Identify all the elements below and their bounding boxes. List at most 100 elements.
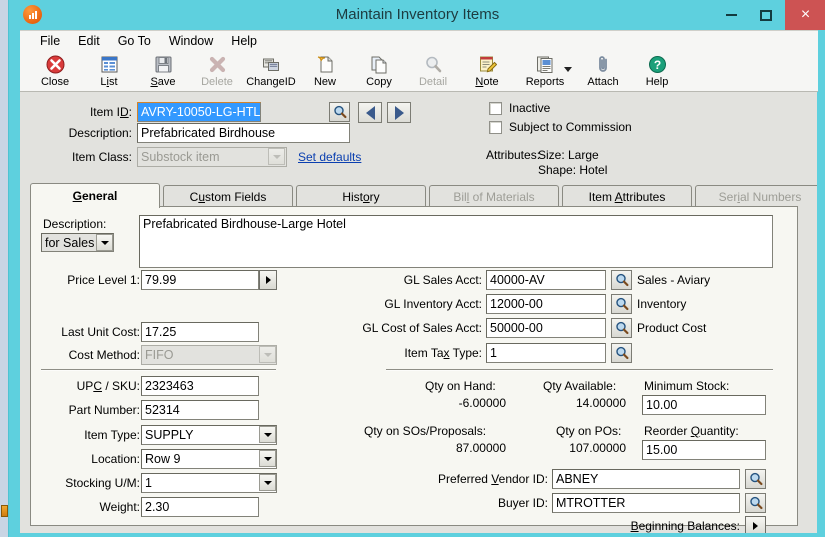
qty-on-pos-label: Qty on POs:	[556, 424, 621, 438]
item-tax-type-lookup-button[interactable]	[611, 343, 632, 363]
toolbar-button-note[interactable]: Note	[460, 53, 514, 91]
qty-available-value: 14.00000	[511, 396, 626, 410]
buyer-id-label: Buyer ID:	[411, 496, 548, 510]
list-grid-icon	[100, 54, 119, 75]
magnifier-lookup-icon	[749, 472, 763, 486]
buyer-id-lookup-button[interactable]	[745, 493, 766, 513]
stocking-um-dropdown-button[interactable]	[259, 474, 276, 491]
title-bar[interactable]: Maintain Inventory Items ×	[9, 0, 825, 30]
description-memo[interactable]: Prefabricated Birdhouse-Large Hotel	[139, 215, 773, 268]
toolbar-button-changeid[interactable]: ChangeID	[244, 53, 298, 91]
gl-inventory-acct-input[interactable]: 12000-00	[486, 294, 606, 314]
toolbar-label-attach: Attach	[587, 76, 618, 88]
chevron-down-icon	[264, 457, 272, 461]
preferred-vendor-id-input[interactable]: ABNEY	[552, 469, 740, 489]
part-number-input[interactable]: 52314	[141, 400, 259, 420]
gl-cost-of-sales-acct-input[interactable]: 50000-00	[486, 318, 606, 338]
stocking-um-select[interactable]: 1	[141, 473, 277, 493]
chevron-down-icon	[264, 481, 272, 485]
reports-icon	[536, 54, 555, 75]
magnifier-lookup-icon	[615, 273, 629, 287]
description-scope-dropdown-button[interactable]	[96, 234, 113, 251]
price-level-detail-button[interactable]	[259, 270, 277, 290]
set-defaults-link[interactable]: Set defaults	[298, 150, 361, 164]
tab-general[interactable]: General	[30, 183, 160, 208]
client-area: Item ID: AVRY-10050-LG-HTL Description: …	[20, 92, 818, 534]
maximize-icon[interactable]	[747, 0, 785, 30]
toolbar-label-help: Help	[646, 76, 669, 88]
gl-cost-of-sales-acct-label: GL Cost of Sales Acct:	[331, 321, 482, 335]
close-circle-icon	[46, 54, 65, 75]
inactive-checkbox[interactable]	[489, 102, 502, 115]
gl-inventory-acct-lookup-button[interactable]	[611, 294, 632, 314]
item-type-select[interactable]: SUPPLY	[141, 425, 277, 445]
item-id-input[interactable]: AVRY-10050-LG-HTL	[137, 102, 261, 122]
part-number-label: Part Number:	[45, 403, 140, 417]
description-input[interactable]: Prefabricated Birdhouse	[137, 123, 350, 143]
preferred-vendor-id-lookup-button[interactable]	[745, 469, 766, 489]
toolbar-button-help[interactable]: ? Help	[630, 53, 684, 91]
item-id-lookup-button[interactable]	[329, 102, 350, 122]
upc-sku-input[interactable]: 2323463	[141, 376, 259, 396]
toolbar-button-list[interactable]: List	[82, 53, 136, 91]
toolbar-button-copy[interactable]: Copy	[352, 53, 406, 91]
location-select[interactable]: Row 9	[141, 449, 277, 469]
location-label: Location:	[45, 452, 140, 466]
arrow-right-icon	[753, 522, 758, 530]
cost-method-dropdown-button	[259, 346, 276, 363]
toolbar-button-new[interactable]: New	[298, 53, 352, 91]
magnifier-lookup-icon	[615, 346, 629, 360]
item-header-section: Item ID: AVRY-10050-LG-HTL Description: …	[20, 92, 810, 180]
toolbar-button-save[interactable]: Save	[136, 53, 190, 91]
chevron-down-icon	[264, 433, 272, 437]
item-tax-type-label: Item Tax Type:	[331, 346, 482, 360]
menu-item-help[interactable]: Help	[222, 32, 266, 50]
item-tax-type-input[interactable]: 1	[486, 343, 606, 363]
last-unit-cost-input[interactable]: 17.25	[141, 322, 259, 342]
buyer-id-input[interactable]: MTROTTER	[552, 493, 740, 513]
gl-sales-acct-input[interactable]: 40000-AV	[486, 270, 606, 290]
cost-method-select: FIFO	[141, 345, 277, 365]
close-icon[interactable]: ×	[785, 0, 825, 30]
gl-inventory-acct-description: Inventory	[637, 297, 686, 311]
tab-item-attributes[interactable]: Item Attributes	[562, 185, 692, 207]
tab-history[interactable]: History	[296, 185, 426, 207]
svg-text:?: ?	[653, 58, 660, 72]
paperclip-icon	[594, 54, 613, 75]
last-unit-cost-label: Last Unit Cost:	[45, 325, 140, 339]
tab-custom-fields[interactable]: Custom Fields	[163, 185, 293, 207]
gl-cost-of-sales-acct-lookup-button[interactable]	[611, 318, 632, 338]
subject-to-commission-checkbox[interactable]	[489, 121, 502, 134]
gl-sales-acct-label: GL Sales Acct:	[331, 273, 482, 287]
menu-item-edit[interactable]: Edit	[69, 32, 109, 50]
divider-right	[386, 369, 773, 371]
previous-record-icon	[366, 106, 375, 120]
toolbar-button-close[interactable]: Close	[28, 53, 82, 91]
menu-item-window[interactable]: Window	[160, 32, 222, 50]
toolbar-button-attach[interactable]: Attach	[576, 53, 630, 91]
toolbar-button-reports[interactable]: Reports	[514, 53, 576, 91]
menu-item-go-to[interactable]: Go To	[109, 32, 160, 50]
qty-on-sos-proposals-label: Qty on SOs/Proposals:	[364, 424, 486, 438]
minimize-icon[interactable]	[712, 0, 750, 30]
magnifier-lookup-icon	[749, 496, 763, 510]
item-type-label: Item Type:	[45, 428, 140, 442]
next-record-button[interactable]	[387, 102, 411, 123]
weight-label: Weight:	[45, 500, 140, 514]
price-level-1-input[interactable]: 79.99	[141, 270, 259, 290]
location-dropdown-button[interactable]	[259, 450, 276, 467]
menu-item-file[interactable]: File	[31, 32, 69, 50]
gl-sales-acct-lookup-button[interactable]	[611, 270, 632, 290]
weight-input[interactable]: 2.30	[141, 497, 259, 517]
chevron-down-icon[interactable]	[564, 67, 572, 72]
toolbar-label-detail: Detail	[419, 76, 447, 88]
minimum-stock-input[interactable]: 10.00	[642, 395, 766, 415]
window-right-frame	[817, 92, 825, 537]
reorder-quantity-input[interactable]: 15.00	[642, 440, 766, 460]
toolbar-label-reports: Reports	[526, 76, 565, 88]
item-type-dropdown-button[interactable]	[259, 426, 276, 443]
maintain-inventory-items-window: Maintain Inventory Items × File Edit Go …	[8, 0, 825, 537]
attribute-size: Size: Large	[538, 148, 599, 162]
toolbar-label-delete: Delete	[201, 76, 233, 88]
previous-record-button[interactable]	[358, 102, 382, 123]
